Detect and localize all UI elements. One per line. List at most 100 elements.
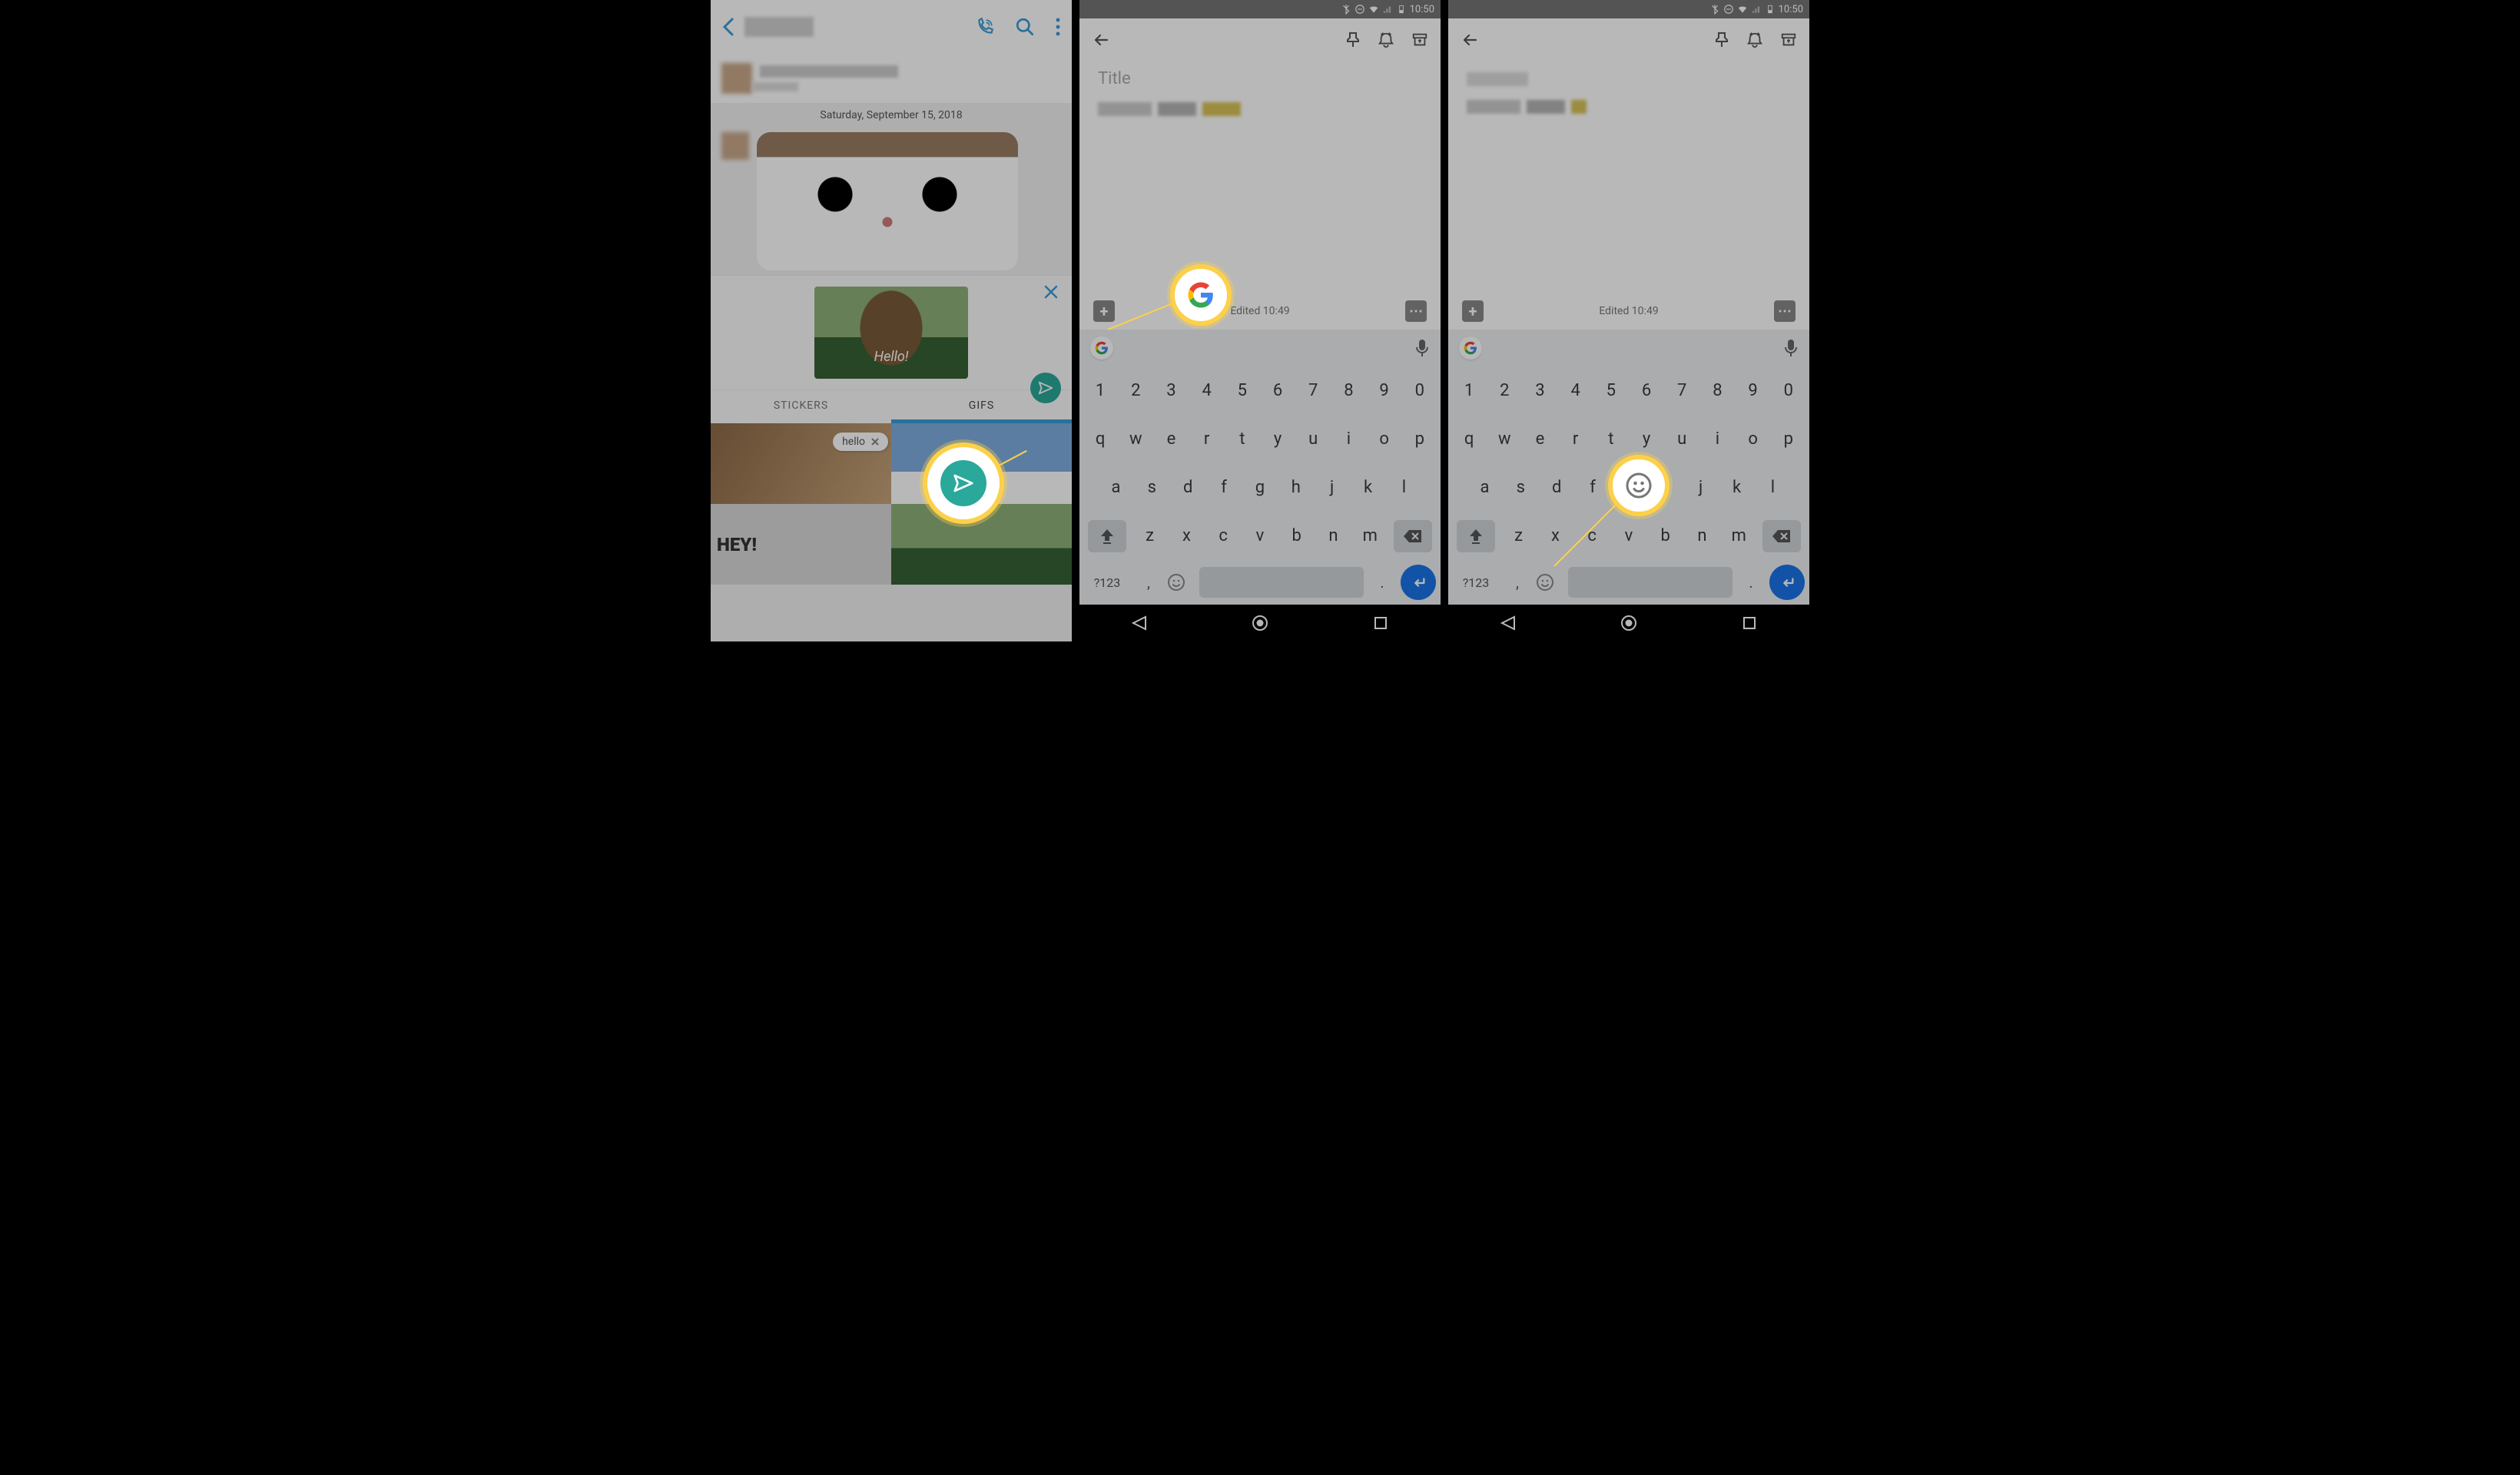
archive-icon[interactable] [1411,31,1428,48]
archive-icon[interactable] [1780,31,1797,48]
gif-search-pill[interactable]: hello [833,433,888,451]
key-s[interactable]: s [1507,478,1534,497]
key-8[interactable]: 8 [1704,381,1730,400]
nav-home[interactable] [1251,614,1269,632]
emoji-key[interactable] [1536,573,1563,592]
key-i[interactable]: i [1335,429,1361,449]
more-options-icon[interactable] [1055,17,1061,37]
key-v[interactable]: v [1616,526,1642,545]
key-8[interactable]: 8 [1335,381,1361,400]
key-1[interactable]: 1 [1087,381,1113,400]
key-6[interactable]: 6 [1633,381,1660,400]
note-menu-button[interactable]: ⋯ [1774,300,1796,322]
key-c[interactable]: c [1210,526,1236,545]
key-s[interactable]: s [1139,478,1165,497]
key-7[interactable]: 7 [1300,381,1326,400]
key-9[interactable]: 9 [1371,381,1398,400]
key-u[interactable]: u [1669,429,1695,449]
comma-key[interactable]: , [1504,573,1531,592]
key-e[interactable]: e [1527,429,1553,449]
mic-icon[interactable] [1414,339,1430,357]
key-o[interactable]: o [1740,429,1766,449]
key-b[interactable]: b [1284,526,1310,545]
key-6[interactable]: 6 [1265,381,1291,400]
backspace-key[interactable] [1762,520,1801,552]
nav-back[interactable] [1130,614,1149,632]
received-gif-message[interactable] [757,132,1018,270]
key-d[interactable]: d [1544,478,1570,497]
key-r[interactable]: r [1563,429,1589,449]
enter-key[interactable] [1401,565,1436,600]
key-l[interactable]: l [1759,478,1786,497]
key-x[interactable]: x [1173,526,1199,545]
key-4[interactable]: 4 [1563,381,1589,400]
back-icon[interactable] [721,16,735,38]
back-icon[interactable] [1461,31,1479,49]
comma-key[interactable]: , [1135,573,1162,592]
key-e[interactable]: e [1158,429,1184,449]
key-m[interactable]: m [1726,526,1752,545]
key-w[interactable]: w [1491,429,1517,449]
key-q[interactable]: q [1087,429,1113,449]
gif-result[interactable]: hello [711,423,891,504]
key-d[interactable]: d [1175,478,1201,497]
gif-result[interactable]: HEY! [711,504,891,585]
key-v[interactable]: v [1247,526,1273,545]
note-menu-button[interactable]: ⋯ [1405,300,1427,322]
reminder-icon[interactable] [1378,31,1394,48]
key-m[interactable]: m [1357,526,1383,545]
reminder-icon[interactable] [1746,31,1763,48]
key-w[interactable]: w [1122,429,1149,449]
key-7[interactable]: 7 [1669,381,1695,400]
key-o[interactable]: o [1371,429,1398,449]
key-g[interactable]: g [1247,478,1273,497]
pin-icon[interactable] [1714,31,1729,48]
key-n[interactable]: n [1320,526,1346,545]
key-n[interactable]: n [1689,526,1715,545]
key-k[interactable]: k [1724,478,1750,497]
key-u[interactable]: u [1300,429,1326,449]
period-key[interactable]: . [1368,573,1396,592]
call-icon[interactable] [975,17,995,37]
google-search-key[interactable] [1459,336,1482,360]
key-f[interactable]: f [1211,478,1237,497]
key-z[interactable]: z [1137,526,1163,545]
key-p[interactable]: p [1776,429,1802,449]
key-0[interactable]: 0 [1407,381,1433,400]
key-3[interactable]: 3 [1158,381,1184,400]
key-k[interactable]: k [1355,478,1381,497]
key-y[interactable]: y [1633,429,1660,449]
key-a[interactable]: a [1102,478,1129,497]
period-key[interactable]: . [1737,573,1765,592]
key-t[interactable]: t [1598,429,1624,449]
key-2[interactable]: 2 [1491,381,1517,400]
key-2[interactable]: 2 [1122,381,1149,400]
key-q[interactable]: q [1456,429,1482,449]
note-body[interactable]: Title [1079,61,1441,293]
key-t[interactable]: t [1229,429,1255,449]
enter-key[interactable] [1769,565,1805,600]
space-key[interactable] [1568,567,1732,598]
key-b[interactable]: b [1653,526,1679,545]
key-i[interactable]: i [1704,429,1730,449]
key-1[interactable]: 1 [1456,381,1482,400]
back-icon[interactable] [1092,31,1110,49]
symbols-key[interactable]: ?123 [1084,575,1130,590]
key-j[interactable]: j [1688,478,1714,497]
key-5[interactable]: 5 [1229,381,1255,400]
nav-recents[interactable] [1740,614,1759,632]
symbols-key[interactable]: ?123 [1453,575,1499,590]
key-j[interactable]: j [1319,478,1345,497]
key-4[interactable]: 4 [1194,381,1220,400]
backspace-key[interactable] [1394,520,1432,552]
key-l[interactable]: l [1391,478,1417,497]
key-a[interactable]: a [1471,478,1497,497]
key-r[interactable]: r [1194,429,1220,449]
key-9[interactable]: 9 [1740,381,1766,400]
key-h[interactable]: h [1283,478,1309,497]
tab-stickers[interactable]: STICKERS [711,390,891,423]
key-z[interactable]: z [1506,526,1532,545]
add-button[interactable]: + [1462,300,1484,322]
send-button[interactable] [1030,373,1061,403]
key-3[interactable]: 3 [1527,381,1553,400]
